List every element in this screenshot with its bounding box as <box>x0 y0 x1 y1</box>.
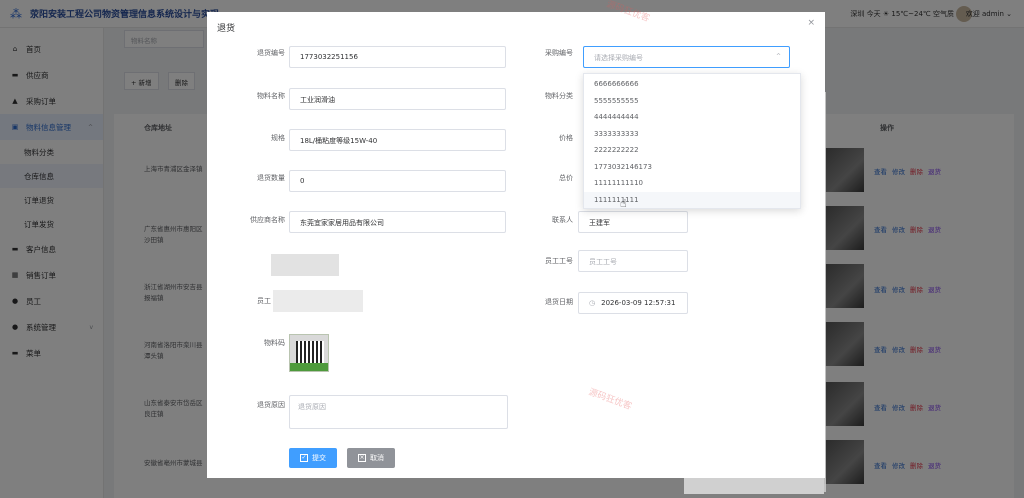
contact-label: 联系人 <box>552 216 573 224</box>
close-icon: × <box>358 454 366 462</box>
material-category-label: 物料分类 <box>545 92 573 100</box>
dropdown-option[interactable]: 5555555555 <box>584 93 800 110</box>
dropdown-option[interactable]: 4444444444 <box>584 109 800 126</box>
chevron-up-icon: ^ <box>775 53 781 60</box>
return-no-label: 退货编号 <box>257 49 285 57</box>
return-date-label: 退货日期 <box>545 298 573 306</box>
material-code-image[interactable] <box>289 334 329 372</box>
purchase-no-label: 采购编号 <box>545 49 573 57</box>
purchase-no-placeholder: 请选择采购编号 <box>594 54 643 62</box>
dropdown-option[interactable]: 2222222222 <box>584 142 800 159</box>
qty-input[interactable]: 0 <box>289 170 506 192</box>
dropdown-option[interactable]: 6666666666 <box>584 76 800 93</box>
dropdown-option[interactable]: 1773032146173 <box>584 159 800 176</box>
submit-button[interactable]: ✓ 提交 <box>289 448 337 468</box>
hand-cursor-icon: ☝ <box>620 197 627 210</box>
submit-label: 提交 <box>312 454 326 462</box>
employee-no-label: 员工工号 <box>545 257 573 265</box>
cancel-label: 取消 <box>370 454 384 462</box>
material-name-label: 物料名称 <box>257 92 285 100</box>
purchase-no-dropdown: 6666666666 5555555555 4444444444 3333333… <box>583 73 801 209</box>
employee-no-input[interactable]: 员工工号 <box>578 250 688 272</box>
material-name-input[interactable]: 工业润滑油 <box>289 88 506 110</box>
check-icon: ✓ <box>300 454 308 462</box>
dropdown-option[interactable]: 11111111110 <box>584 175 800 192</box>
contact-input[interactable]: 王建军 <box>578 211 688 233</box>
dialog-title: 退货 <box>217 24 236 34</box>
supplier-label: 供应商名称 <box>250 216 285 224</box>
redacted-region <box>271 254 339 276</box>
clock-icon: ◷ <box>589 299 596 307</box>
employee-label: 员工 <box>257 297 271 305</box>
spec-input[interactable]: 18L/桶粘度等级15W-40 <box>289 129 506 151</box>
qty-label: 退货数量 <box>257 174 285 182</box>
close-icon[interactable]: × <box>807 18 815 28</box>
spec-label: 规格 <box>271 134 285 142</box>
dropdown-option[interactable]: 3333333333 <box>584 126 800 143</box>
cancel-button[interactable]: × 取消 <box>347 448 395 468</box>
return-date-input[interactable]: ◷ 2026-03-09 12:57:31 <box>578 292 688 314</box>
purchase-no-select[interactable]: 请选择采购编号 ^ <box>583 46 790 68</box>
dropdown-option[interactable]: 1111111111 <box>584 191 800 208</box>
return-no-input[interactable]: 1773032251156 <box>289 46 506 68</box>
supplier-input[interactable]: 东莞宜家家居用品有限公司 <box>289 211 506 233</box>
total-label: 总价 <box>559 174 573 182</box>
reason-textarea[interactable]: 退货原因 <box>289 395 508 429</box>
material-code-label: 物料码 <box>264 339 285 347</box>
redacted-region <box>273 290 363 312</box>
price-label: 价格 <box>559 134 573 142</box>
reason-label: 退货原因 <box>257 401 285 409</box>
return-date-value: 2026-03-09 12:57:31 <box>601 299 676 307</box>
